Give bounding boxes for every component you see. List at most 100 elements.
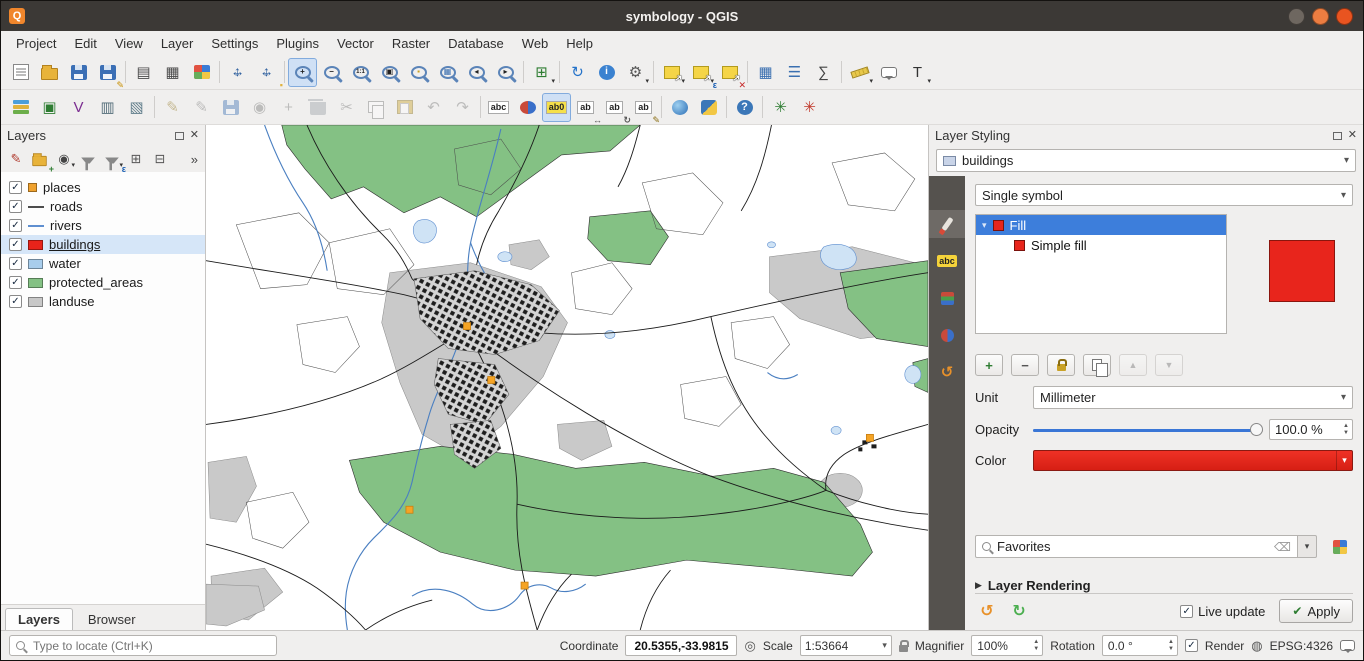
zoom-full[interactable]: ▣ <box>375 58 404 87</box>
highlight-pinned-labels[interactable]: ab0 <box>542 93 571 122</box>
minimize-button[interactable] <box>1288 8 1305 25</box>
layer-item-places[interactable]: places <box>1 178 205 197</box>
refresh-map[interactable]: ↻ <box>563 58 592 87</box>
move-up-button[interactable]: ▲ <box>1119 354 1147 376</box>
add-symbol-layer-button[interactable]: + <box>975 354 1003 376</box>
save-project-as[interactable]: ✎ <box>93 58 122 87</box>
new-print-layout[interactable]: ▤ <box>129 58 158 87</box>
layer-item-buildings[interactable]: buildings <box>1 235 205 254</box>
filter-legend-by-expression[interactable]: ε▾ <box>100 148 123 170</box>
open-project[interactable] <box>35 58 64 87</box>
show-layout-manager[interactable]: ▦ <box>158 58 187 87</box>
menu-raster[interactable]: Raster <box>383 33 439 54</box>
symbology-tab[interactable] <box>929 210 965 238</box>
add-group[interactable]: + <box>28 148 51 170</box>
opacity-spinbox[interactable]: 100.0 % ▲▼ <box>1269 419 1353 440</box>
menu-project[interactable]: Project <box>7 33 65 54</box>
run-feature-action[interactable]: ⚙▾ <box>621 58 650 87</box>
graphical-modeler[interactable]: ✳ <box>795 93 824 122</box>
layer-visibility-checkbox[interactable] <box>9 200 22 213</box>
scale-select[interactable]: 1:53664 ▾ <box>800 635 892 656</box>
zoom-out[interactable]: − <box>317 58 346 87</box>
expand-arrow-icon[interactable]: ▾ <box>982 220 987 231</box>
symbol-tree-simple-fill-row[interactable]: Simple fill <box>976 235 1226 255</box>
menu-layer[interactable]: Layer <box>152 33 203 54</box>
new-project[interactable] <box>6 58 35 87</box>
apply-button[interactable]: ✔ Apply <box>1279 599 1353 623</box>
help-contents[interactable]: ? <box>730 93 759 122</box>
render-checkbox[interactable] <box>1185 639 1198 652</box>
menu-database[interactable]: Database <box>439 33 513 54</box>
crs-label[interactable]: EPSG:4326 <box>1270 639 1333 653</box>
close-button[interactable] <box>1336 8 1353 25</box>
lock-symbol-layer-button[interactable] <box>1047 354 1075 376</box>
new-temporary-scratch-layer[interactable]: ▧ <box>122 93 151 122</box>
pan-to-selection[interactable]: ▪ <box>252 58 281 87</box>
live-update-checkbox[interactable] <box>1180 605 1193 618</box>
zoom-to-selection[interactable]: ▪ <box>404 58 433 87</box>
float-panel-icon[interactable] <box>1333 132 1342 140</box>
layer-visibility-checkbox[interactable] <box>9 295 22 308</box>
new-map-view[interactable]: ⊞▾ <box>527 58 556 87</box>
layer-item-water[interactable]: water <box>1 254 205 273</box>
layer-item-protected_areas[interactable]: protected_areas <box>1 273 205 292</box>
slider-handle[interactable] <box>1250 423 1263 436</box>
layer-visibility-checkbox[interactable] <box>9 276 22 289</box>
duplicate-symbol-layer-button[interactable] <box>1083 354 1111 376</box>
history-tab[interactable]: ↺ <box>929 358 965 386</box>
statistical-summary[interactable]: ∑ <box>809 58 838 87</box>
layer-visibility-checkbox[interactable] <box>9 257 22 270</box>
vertex-tool[interactable]: + <box>274 93 303 122</box>
copy-features[interactable] <box>361 93 390 122</box>
identify-features[interactable]: i <box>592 58 621 87</box>
3d-view-tab[interactable] <box>929 284 965 312</box>
close-panel-icon[interactable]: ✕ <box>190 130 199 141</box>
rotate-label[interactable]: ab↻ <box>600 93 629 122</box>
menu-plugins[interactable]: Plugins <box>267 33 328 54</box>
map-tips[interactable] <box>874 58 903 87</box>
menu-view[interactable]: View <box>106 33 152 54</box>
paste-features[interactable] <box>390 93 419 122</box>
manage-map-themes[interactable]: ◉▾ <box>52 148 75 170</box>
labels-tab[interactable]: abc <box>929 247 965 275</box>
opacity-slider[interactable] <box>1033 420 1263 440</box>
select-features[interactable]: ▾ <box>657 58 686 87</box>
layer-item-landuse[interactable]: landuse <box>1 292 205 311</box>
measure[interactable]: ▾ <box>845 58 874 87</box>
processing-toolbox[interactable]: ✳ <box>766 93 795 122</box>
magnifier-spinbox[interactable]: 100% ▲▼ <box>971 635 1043 656</box>
open-attribute-table[interactable]: ▦ <box>751 58 780 87</box>
layer-rendering-toggle[interactable]: ▶ Layer Rendering <box>975 578 1353 593</box>
redo-style-button[interactable]: ↻ <box>1007 599 1031 623</box>
open-field-calculator[interactable]: ☰ <box>780 58 809 87</box>
dock-tab-layers[interactable]: Layers <box>5 608 73 630</box>
undo-style-button[interactable]: ↺ <box>975 599 999 623</box>
dock-tab-browser[interactable]: Browser <box>75 608 149 630</box>
clear-search-icon[interactable]: ⌫ <box>1274 540 1291 554</box>
maximize-button[interactable] <box>1312 8 1329 25</box>
messages-icon[interactable] <box>1340 640 1355 651</box>
current-edits[interactable]: ✎ <box>158 93 187 122</box>
save-project[interactable] <box>64 58 93 87</box>
undo[interactable]: ↶ <box>419 93 448 122</box>
python-console[interactable] <box>694 93 723 122</box>
locate-box[interactable] <box>9 635 277 656</box>
zoom-next[interactable]: ▸ <box>491 58 520 87</box>
new-geopackage-layer[interactable]: ▣ <box>35 93 64 122</box>
color-button[interactable]: ▾ <box>1033 450 1353 471</box>
expand-all[interactable]: ⊞ <box>124 148 147 170</box>
toolbar-overflow-button[interactable]: » <box>191 152 202 167</box>
save-layer-edits[interactable] <box>216 93 245 122</box>
symbol-tree-fill-row[interactable]: ▾ Fill <box>976 215 1226 235</box>
metasearch[interactable] <box>665 93 694 122</box>
toggle-editing[interactable]: ✎ <box>187 93 216 122</box>
zoom-in[interactable]: + <box>288 58 317 87</box>
diagrams-tab[interactable] <box>929 321 965 349</box>
move-label[interactable]: ab↔ <box>571 93 600 122</box>
float-panel-icon[interactable] <box>175 132 184 140</box>
symbol-search-box[interactable]: Favorites ⌫ <box>975 535 1298 558</box>
locate-input[interactable] <box>31 638 270 654</box>
open-layer-styling-panel[interactable]: ✎ <box>4 148 27 170</box>
collapse-all[interactable]: ⊟ <box>148 148 171 170</box>
favorites-dropdown-button[interactable]: ▾ <box>1298 535 1317 558</box>
